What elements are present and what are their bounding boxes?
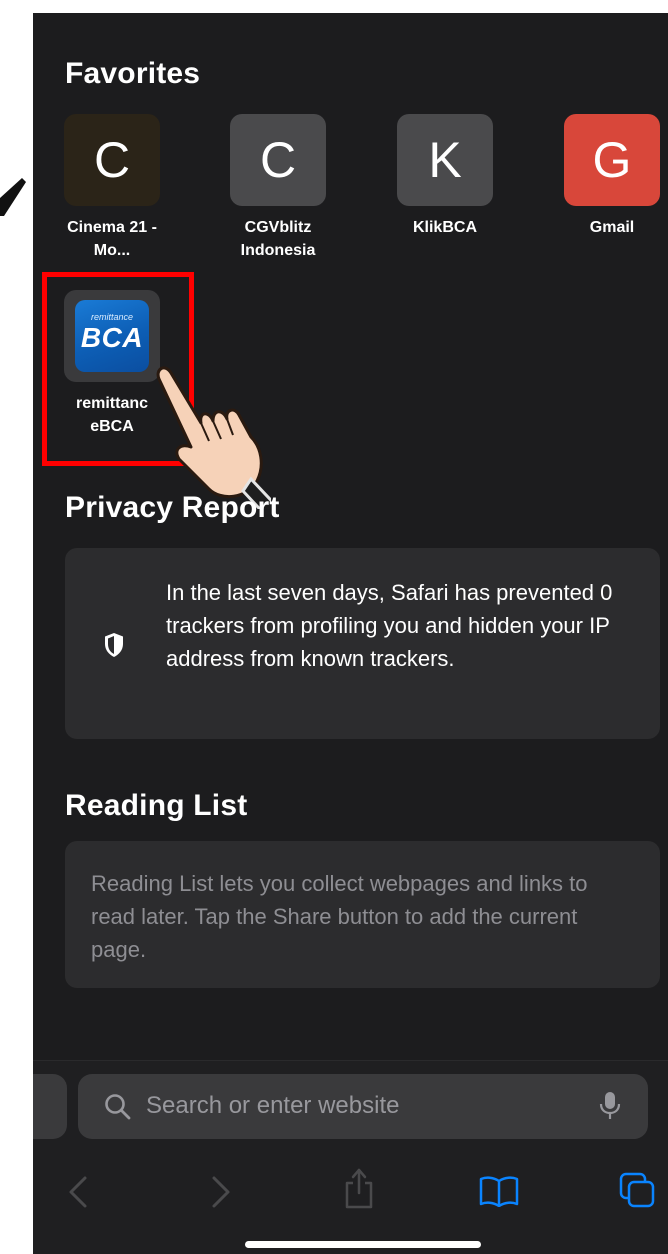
reading-list-text: Reading List lets you collect webpages a…	[91, 871, 588, 962]
privacy-report-title: Privacy Report	[65, 491, 280, 524]
favorite-tile: K	[397, 114, 493, 206]
privacy-report-card[interactable]: In the last seven days, Safari has preve…	[65, 548, 660, 739]
microphone-icon[interactable]	[599, 1091, 621, 1121]
favorite-klikbca[interactable]: K KlikBCA	[385, 114, 505, 239]
favorite-label: KlikBCA	[412, 219, 477, 236]
privacy-report-text: In the last seven days, Safari has preve…	[166, 580, 613, 671]
tabs-icon[interactable]	[619, 1172, 655, 1208]
home-indicator	[245, 1241, 481, 1248]
left-margin	[0, 0, 33, 1254]
favorites-title: Favorites	[65, 57, 201, 90]
share-icon[interactable]	[343, 1167, 375, 1209]
reading-list-card: Reading List lets you collect webpages a…	[65, 841, 660, 988]
back-icon[interactable]	[67, 1174, 89, 1210]
bottom-toolbar: Search or enter website	[33, 1060, 668, 1254]
edge-arrow-shape	[0, 178, 26, 216]
favorite-tile: C	[64, 114, 160, 206]
favorite-cgvblitz[interactable]: C CGVblitz Indonesia	[218, 114, 338, 262]
search-placeholder: Search or enter website	[146, 1092, 400, 1119]
forward-icon[interactable]	[210, 1174, 232, 1210]
reading-list-title: Reading List	[65, 789, 248, 822]
favorite-label: Gmail	[589, 219, 635, 236]
previous-tab-peek[interactable]	[33, 1074, 67, 1139]
favorite-gmail[interactable]: G Gmail	[552, 114, 668, 239]
favorite-label: Cinema 21 - Mo...	[67, 219, 157, 259]
favorite-label: CGVblitz Indonesia	[240, 219, 316, 259]
shield-icon	[105, 633, 123, 657]
favorite-tile: G	[564, 114, 660, 206]
pointing-hand-icon	[156, 366, 271, 509]
bookmarks-icon[interactable]	[479, 1175, 519, 1207]
search-icon	[105, 1094, 131, 1120]
search-bar[interactable]: Search or enter website	[78, 1074, 648, 1139]
safari-start-page: Favorites C Cinema 21 - Mo... C CGVblitz…	[33, 13, 668, 1254]
favorite-tile: C	[230, 114, 326, 206]
favorite-cinema21[interactable]: C Cinema 21 - Mo...	[52, 114, 172, 262]
